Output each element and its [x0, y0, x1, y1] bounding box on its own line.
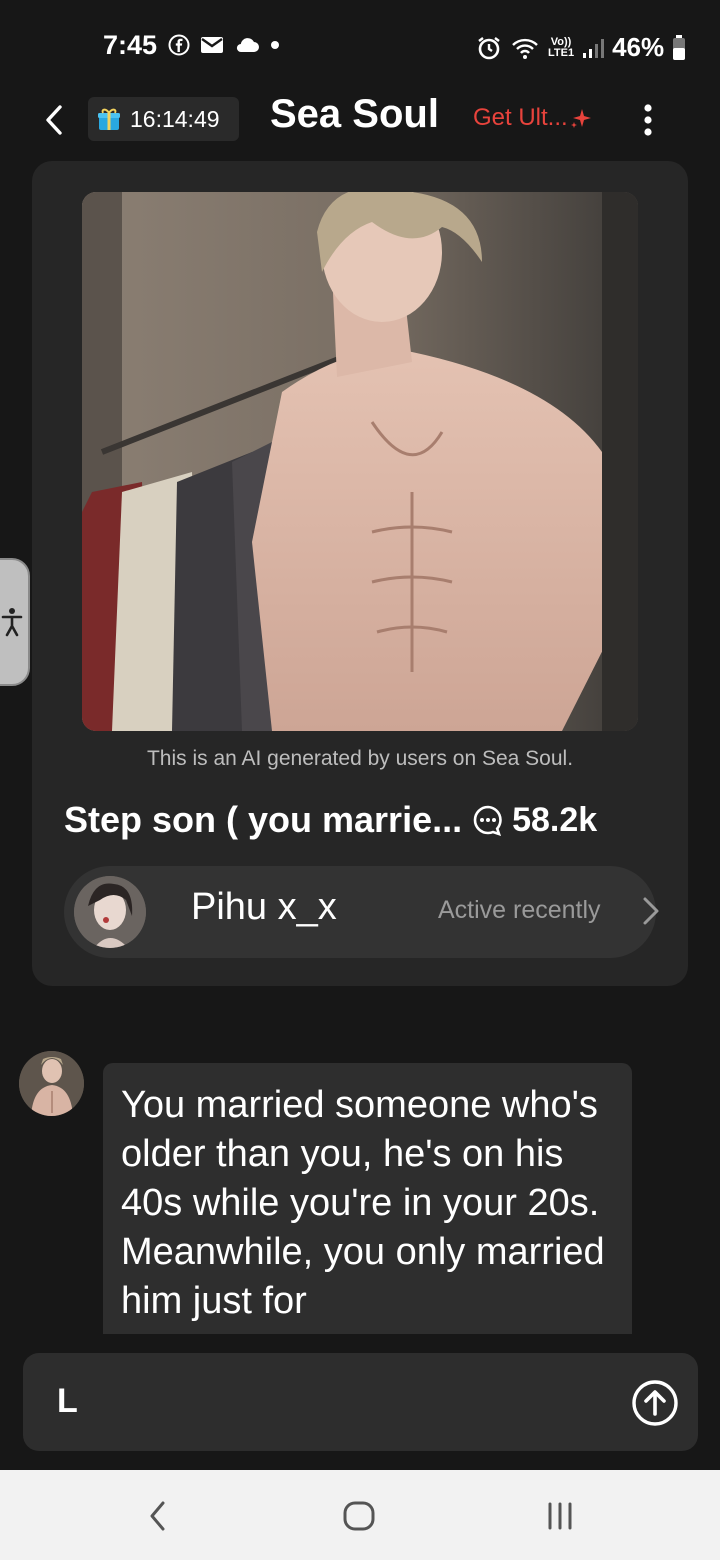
back-button[interactable] [36, 100, 72, 140]
sparkle-icon [570, 109, 591, 128]
nav-home-icon [343, 1501, 375, 1531]
creator-avatar [74, 876, 146, 948]
status-bar: 7:45 Vo)) LTE1 46% [0, 24, 720, 68]
creator-status: Active recently [438, 896, 601, 924]
character-image [82, 192, 638, 731]
upgrade-label: Get Ult... [473, 104, 568, 131]
lte-label-bottom: LTE1 [548, 46, 575, 59]
nav-recents-button[interactable] [540, 1498, 580, 1534]
status-time: 7:45 [103, 30, 158, 60]
character-title-row: Step son ( you marrie... 58.2k [64, 795, 664, 845]
chat-count: 58.2k [512, 800, 598, 839]
message-input[interactable] [55, 1381, 619, 1422]
gift-timer-chip[interactable]: 16:14:49 [88, 97, 239, 141]
character-title: Step son ( you marrie... [64, 799, 463, 840]
more-options-button[interactable] [632, 98, 664, 142]
arrow-up-circle-icon [632, 1380, 678, 1426]
lte-indicator: Vo)) LTE1 [548, 35, 575, 59]
signal-icon [583, 38, 605, 58]
mail-icon [201, 37, 223, 53]
accessibility-icon [1, 608, 23, 637]
nav-recents-icon [548, 1502, 572, 1530]
dot-icon [271, 41, 279, 49]
system-nav-bar [0, 1470, 720, 1560]
wifi-icon [512, 38, 538, 59]
message-text: You married someone who's older than you… [121, 1084, 605, 1322]
nav-home-button[interactable] [339, 1498, 379, 1534]
chat-bubble-icon [473, 805, 502, 836]
message-input-bar [23, 1353, 698, 1451]
nav-back-icon [150, 1501, 165, 1531]
system-icons: Vo)) LTE1 46% [476, 32, 686, 63]
battery-percent: 46% [612, 32, 665, 62]
timer-text: 16:14:49 [130, 105, 220, 132]
bot-avatar[interactable] [19, 1051, 84, 1116]
chat-header: 16:14:49 Sea Soul Get Ult... [0, 92, 720, 148]
character-card: This is an AI generated by users on Sea … [32, 161, 688, 986]
lte-label-top: Vo)) [550, 35, 572, 48]
alarm-icon [478, 36, 500, 59]
facebook-icon [168, 34, 190, 56]
battery-icon [673, 34, 686, 60]
cloud-icon [236, 38, 259, 53]
notification-icons [168, 34, 280, 56]
accessibility-tab[interactable] [0, 558, 30, 686]
bot-message-bubble: You married someone who's older than you… [103, 1063, 632, 1334]
send-button[interactable] [631, 1379, 679, 1427]
chevron-right-icon [643, 897, 659, 925]
creator-profile-row[interactable]: Pihu x_x Active recently [64, 866, 659, 958]
more-vertical-icon [644, 104, 652, 136]
gift-icon [98, 108, 120, 130]
upgrade-button[interactable]: Get Ult... [473, 104, 592, 132]
nav-back-button[interactable] [138, 1498, 178, 1534]
chevron-left-icon [46, 105, 62, 135]
page-title: Sea Soul [270, 92, 439, 136]
ai-disclaimer: This is an AI generated by users on Sea … [146, 747, 574, 770]
creator-name: Pihu x_x [191, 886, 337, 928]
